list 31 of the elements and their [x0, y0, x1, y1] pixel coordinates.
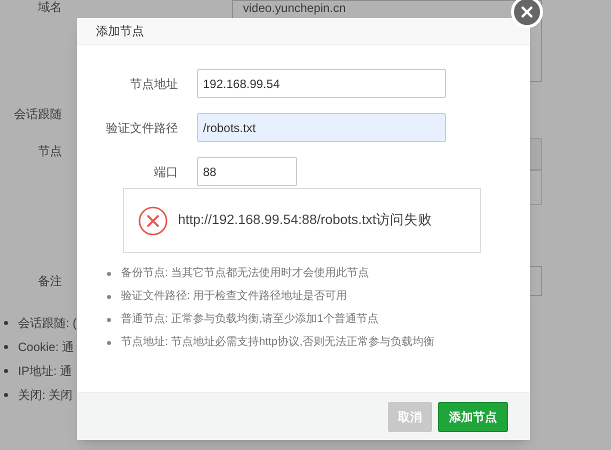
- form-label: 节点: [37, 143, 63, 160]
- note-text: IP地址: 通: [18, 363, 72, 380]
- form-label: 备注: [37, 273, 63, 290]
- note-text: 会话跟随: (: [18, 315, 77, 332]
- note-text: 验证文件路径: 用于检查文件路径地址是否可用: [121, 288, 348, 304]
- error-icon: [138, 206, 168, 236]
- field-label: 验证文件路径: [105, 120, 178, 136]
- dialog-title: 添加节点: [96, 23, 144, 40]
- bullet-icon: [107, 272, 111, 276]
- field-label: 节点地址: [129, 76, 178, 92]
- close-icon: [520, 5, 534, 19]
- note-text: 节点地址: 节点地址必需支持http协议,否则无法正常参与负载均衡: [121, 334, 435, 350]
- note-text: Cookie: 通: [18, 339, 74, 356]
- field-label: 端口: [153, 164, 178, 180]
- form-label: 会话跟随: [13, 106, 63, 123]
- bullet-icon: [4, 345, 8, 349]
- close-button[interactable]: [511, 0, 543, 28]
- error-text: http://192.168.99.54:88/robots.txt访问失败: [178, 211, 432, 230]
- bullet-icon: [107, 318, 111, 322]
- bullet-icon: [4, 393, 8, 397]
- input-field[interactable]: 88: [197, 157, 297, 186]
- input-field[interactable]: /robots.txt: [197, 113, 446, 142]
- note-text: 关闭: 关闭: [18, 387, 73, 404]
- bullet-icon: [4, 321, 8, 325]
- bullet-icon: [107, 294, 111, 298]
- bullet-icon: [107, 340, 111, 344]
- note-text: 普通节点: 正常参与负载均衡,请至少添加1个普通节点: [121, 312, 378, 328]
- bullet-icon: [4, 369, 8, 373]
- form-label: 域名: [37, 0, 63, 14]
- note-text: 备份节点: 当其它节点都无法使用时才会使用此节点: [121, 266, 370, 282]
- input-field[interactable]: 192.168.99.54: [197, 69, 446, 98]
